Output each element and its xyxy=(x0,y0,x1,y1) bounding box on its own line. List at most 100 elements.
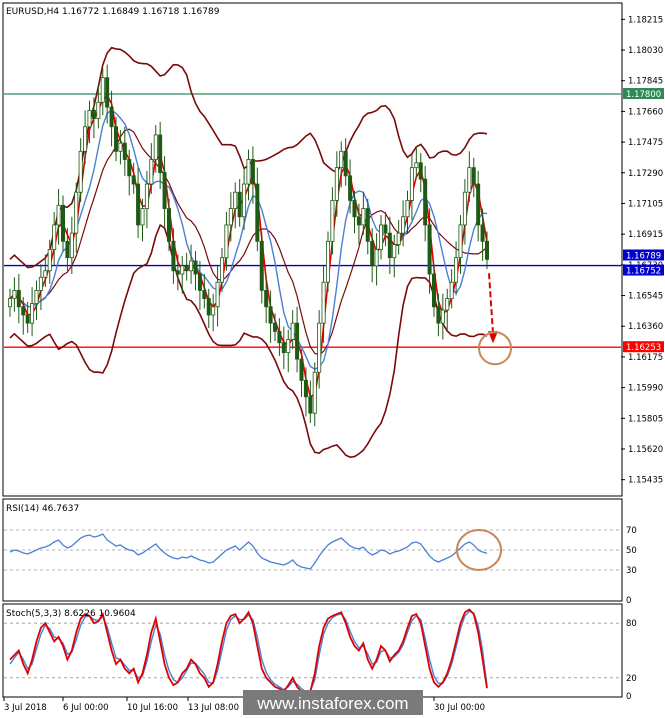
candle-body xyxy=(259,240,264,291)
candle-body xyxy=(118,142,123,152)
level-tag-label: 1.16752 xyxy=(626,267,661,277)
y-tick-label: 1.16175 xyxy=(628,353,663,363)
stoch-tick-label: 20 xyxy=(626,674,637,684)
candle-body xyxy=(396,232,401,245)
candle-body xyxy=(405,199,410,218)
candle-body xyxy=(250,159,255,185)
candle-body xyxy=(136,183,141,226)
candle-body xyxy=(96,101,101,119)
y-tick-label: 1.17105 xyxy=(628,199,663,209)
candle-body xyxy=(454,257,459,283)
candle-body xyxy=(476,183,481,226)
candle-body xyxy=(56,204,61,226)
candle-body xyxy=(325,240,330,283)
candle-body xyxy=(38,276,43,291)
y-tick-label: 1.17475 xyxy=(628,138,663,148)
candle-body xyxy=(242,183,247,218)
candle-body xyxy=(83,126,88,152)
x-tick-label: 6 Jul 00:00 xyxy=(63,703,109,713)
level-tag-label: 1.17800 xyxy=(626,90,661,100)
candle-body xyxy=(149,159,154,185)
candle-body xyxy=(401,216,406,234)
candle-body xyxy=(43,270,48,278)
candle-body xyxy=(47,249,52,272)
y-tick-label: 1.17660 xyxy=(628,107,663,117)
candle-body xyxy=(268,306,273,324)
candle-body xyxy=(215,281,220,308)
candle-body xyxy=(462,191,467,226)
level-tag-label: 1.16253 xyxy=(626,343,661,353)
candle-body xyxy=(171,240,176,272)
y-tick-label: 1.16915 xyxy=(628,230,663,240)
candle-body xyxy=(127,159,132,177)
candle-body xyxy=(414,162,419,169)
candle-body xyxy=(237,191,242,218)
candle-body xyxy=(25,314,30,324)
candle-body xyxy=(255,183,260,242)
candle-body xyxy=(180,265,185,275)
candle-body xyxy=(361,208,366,226)
candle-body xyxy=(189,260,194,272)
candle-body xyxy=(105,77,110,108)
candle-body xyxy=(312,371,317,414)
candle-body xyxy=(175,270,180,275)
candle-body xyxy=(228,208,233,226)
candle-body xyxy=(153,134,158,160)
candle-body xyxy=(206,298,211,316)
y-tick-label: 1.15805 xyxy=(628,414,663,424)
candle-body xyxy=(317,322,322,373)
candle-body xyxy=(343,150,348,177)
candle-body xyxy=(52,224,57,250)
candle-body xyxy=(91,109,96,119)
candle-body xyxy=(370,240,375,267)
candle-body xyxy=(387,232,392,259)
candle-body xyxy=(374,249,379,267)
candle-body xyxy=(392,244,397,259)
candle-body xyxy=(87,109,92,128)
candle-body xyxy=(431,273,436,308)
y-tick-label: 1.15435 xyxy=(628,476,663,486)
candle-body xyxy=(211,306,216,316)
candle-body xyxy=(321,281,326,324)
candle-body xyxy=(277,330,282,344)
candle-body xyxy=(339,150,344,169)
stoch-tick-label: 80 xyxy=(626,619,637,629)
candle-body xyxy=(418,162,423,180)
candle-body xyxy=(484,240,489,260)
candle-body xyxy=(16,290,21,308)
candle-body xyxy=(74,191,79,234)
y-tick-label: 1.16360 xyxy=(628,322,663,332)
candle-body xyxy=(330,199,335,242)
candle-body xyxy=(334,167,339,201)
candle-body xyxy=(436,306,441,324)
candle-body xyxy=(224,224,229,259)
candle-body xyxy=(193,260,198,275)
candle-body xyxy=(61,204,66,242)
candle-body xyxy=(281,342,286,354)
candle-body xyxy=(109,106,114,128)
candle-body xyxy=(219,257,224,283)
candle-body xyxy=(114,126,119,152)
x-tick-label: 10 Jul 16:00 xyxy=(127,703,178,713)
candle-body xyxy=(166,208,171,242)
rsi-tick-label: 30 xyxy=(626,566,637,576)
candle-body xyxy=(423,178,428,226)
y-tick-label: 1.18030 xyxy=(628,46,663,56)
candle-body xyxy=(458,224,463,259)
candle-body xyxy=(409,167,414,201)
price-header: EURUSD,H4 1.16772 1.16849 1.16718 1.1678… xyxy=(6,7,220,17)
level-tag-label: 1.16789 xyxy=(626,251,661,261)
candle-body xyxy=(383,224,388,234)
y-tick-label: 1.15620 xyxy=(628,445,663,455)
candle-body xyxy=(100,77,105,103)
candle-body xyxy=(471,167,476,185)
stoch-tick-label: 0 xyxy=(626,692,631,702)
candle-body xyxy=(162,172,167,209)
candle-body xyxy=(303,380,308,398)
candle-body xyxy=(69,232,74,259)
stoch-header: Stoch(5,3,3) 8.6226 10.9604 xyxy=(6,609,136,619)
candle-body xyxy=(365,208,370,242)
y-tick-label: 1.18215 xyxy=(628,15,663,25)
candle-body xyxy=(467,167,472,193)
candle-body xyxy=(233,191,238,209)
